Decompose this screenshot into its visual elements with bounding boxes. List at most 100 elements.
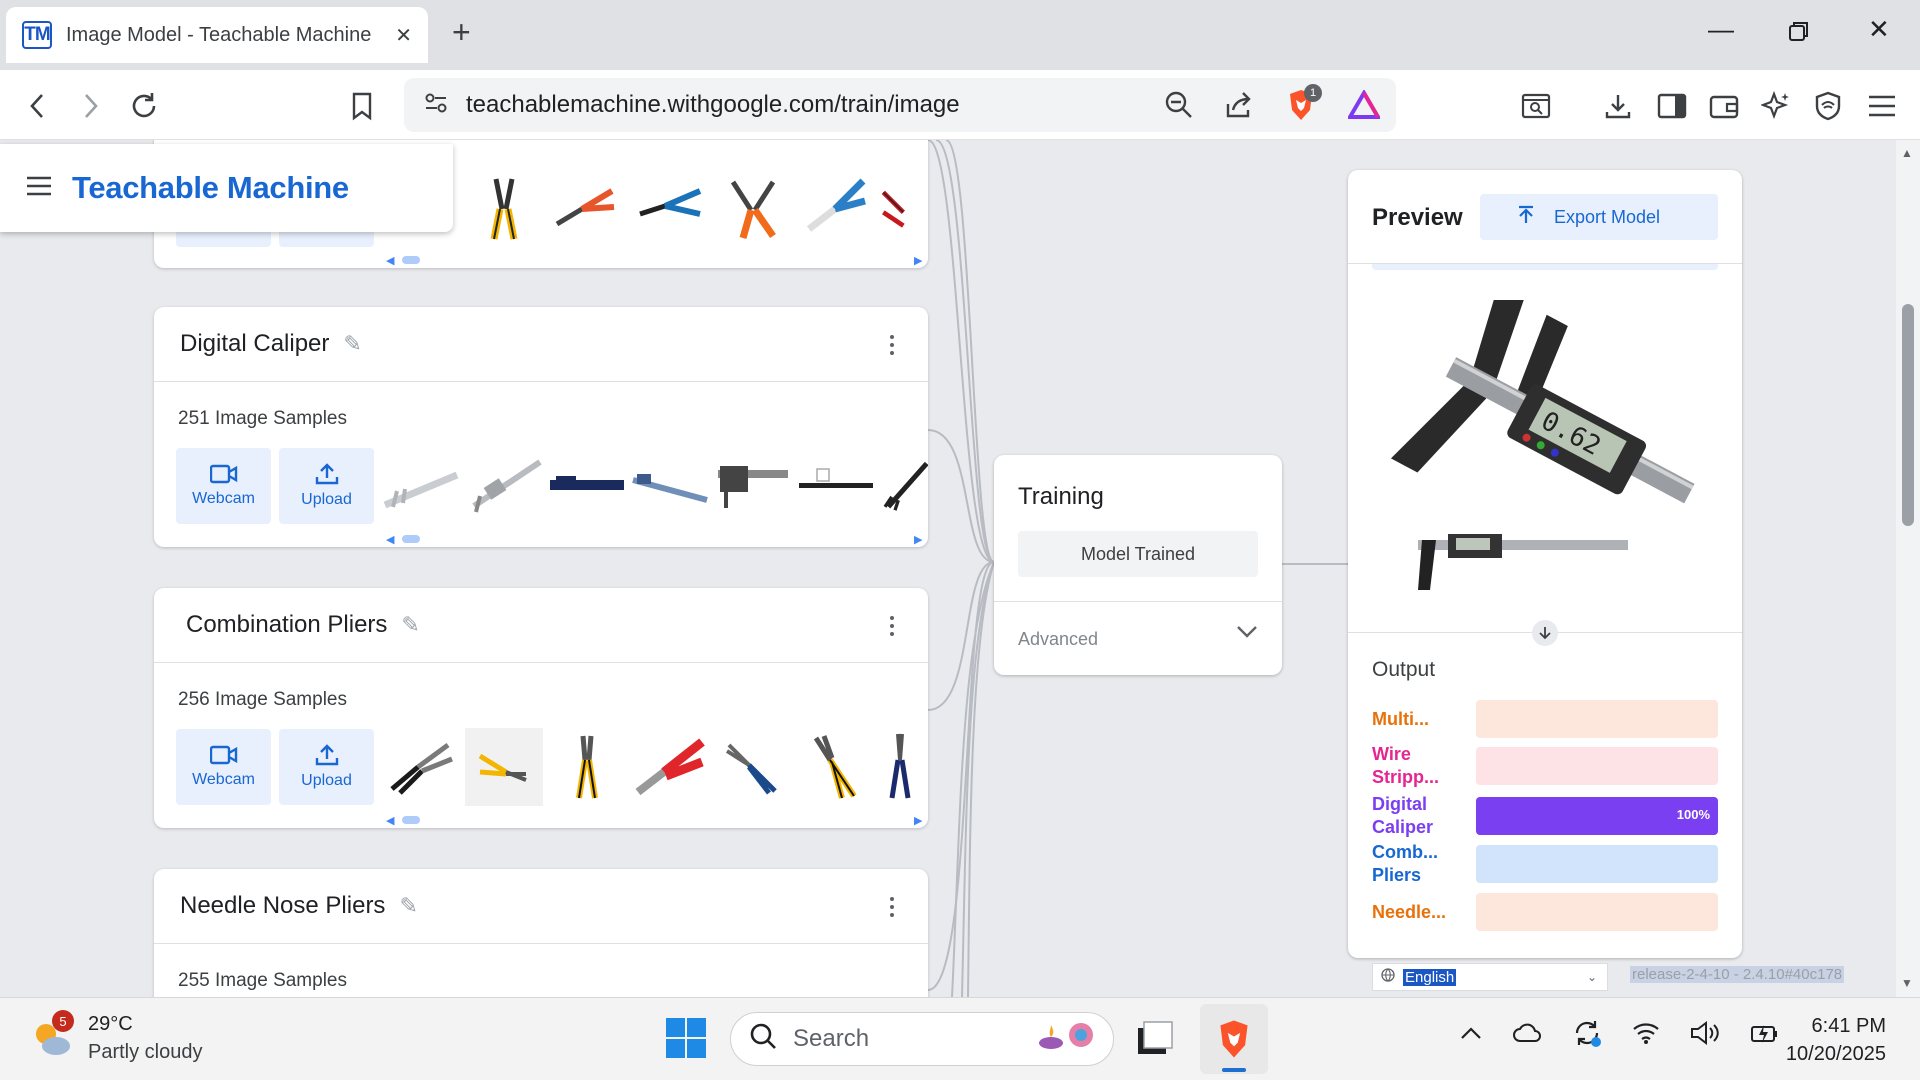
edit-pencil-icon[interactable]: ✎ bbox=[343, 331, 361, 357]
menu-icon[interactable] bbox=[1864, 88, 1900, 124]
scroll-left-icon[interactable]: ◀ bbox=[386, 533, 394, 546]
task-view-icon[interactable] bbox=[1132, 1018, 1176, 1063]
brave-rewards-icon[interactable] bbox=[1346, 89, 1382, 125]
forward-icon[interactable] bbox=[72, 88, 108, 124]
site-settings-icon[interactable] bbox=[424, 92, 448, 119]
share-icon[interactable] bbox=[1224, 90, 1254, 125]
taskbar-brave-app[interactable] bbox=[1200, 1004, 1268, 1074]
sample-image bbox=[465, 170, 543, 248]
wallet-icon[interactable] bbox=[1706, 88, 1742, 124]
thumbnail-scrollbar[interactable] bbox=[402, 256, 420, 264]
more-options-icon[interactable] bbox=[890, 897, 894, 921]
upload-button[interactable]: Upload bbox=[279, 729, 374, 805]
scroll-right-icon[interactable]: ▶ bbox=[914, 814, 922, 827]
class-name[interactable]: Digital Caliper bbox=[180, 330, 329, 358]
weather-text: 29°C Partly cloudy bbox=[88, 1010, 203, 1066]
minimize-button[interactable]: — bbox=[1708, 14, 1734, 45]
scroll-down-arrow-icon[interactable]: ▼ bbox=[1901, 976, 1913, 990]
tab-strip: TM Image Model - Teachable Machine ✕ + —… bbox=[0, 0, 1920, 70]
output-row: Digital Caliper 100% bbox=[1372, 792, 1718, 840]
scroll-right-icon[interactable]: ▶ bbox=[914, 533, 922, 546]
sample-image bbox=[548, 170, 626, 248]
class-card-needle-nose-pliers: Needle Nose Pliers ✎ 255 Image Samples bbox=[154, 869, 928, 997]
zoom-icon[interactable] bbox=[1164, 90, 1194, 125]
edit-pencil-icon[interactable]: ✎ bbox=[399, 893, 417, 919]
tab-close-icon[interactable]: ✕ bbox=[395, 23, 412, 48]
confidence-bar bbox=[1476, 700, 1718, 738]
advanced-toggle[interactable]: Advanced bbox=[1018, 629, 1098, 650]
restore-button[interactable] bbox=[1788, 18, 1810, 49]
scroll-left-icon[interactable]: ◀ bbox=[386, 254, 394, 267]
scroll-right-icon[interactable]: ▶ bbox=[914, 254, 922, 267]
scrollbar-thumb[interactable] bbox=[1902, 304, 1914, 526]
thumbnail-scrollbar[interactable] bbox=[402, 816, 420, 824]
output-row: Multi... bbox=[1372, 695, 1718, 743]
close-window-button[interactable]: ✕ bbox=[1868, 14, 1890, 45]
class-name[interactable]: Needle Nose Pliers bbox=[180, 892, 385, 920]
upload-label: Upload bbox=[301, 772, 352, 789]
new-tab-button[interactable]: + bbox=[452, 14, 471, 51]
train-model-button[interactable]: Model Trained bbox=[1018, 531, 1258, 577]
export-model-label: Export Model bbox=[1554, 206, 1661, 227]
windows-start-icon[interactable] bbox=[664, 1016, 708, 1065]
language-select[interactable]: English ⌄ bbox=[1372, 963, 1608, 991]
vpn-icon[interactable] bbox=[1810, 88, 1846, 124]
chevron-down-icon[interactable] bbox=[1236, 625, 1258, 644]
sample-image bbox=[548, 728, 626, 806]
class-name[interactable]: Combination Pliers bbox=[186, 611, 387, 639]
thumbnail-scrollbar[interactable] bbox=[402, 535, 420, 543]
sample-image bbox=[714, 447, 792, 525]
sample-row: Webcam Upload bbox=[176, 728, 928, 806]
browser-tab[interactable]: TM Image Model - Teachable Machine ✕ bbox=[6, 7, 428, 63]
export-model-button[interactable]: Export Model bbox=[1480, 194, 1718, 240]
upload-button[interactable]: Upload bbox=[279, 448, 374, 524]
output-row: Comb... Pliers bbox=[1372, 840, 1718, 888]
webcam-button[interactable]: Webcam bbox=[176, 729, 271, 805]
sample-image bbox=[797, 728, 875, 806]
confidence-bar bbox=[1476, 845, 1718, 883]
bookmark-icon[interactable] bbox=[344, 88, 380, 124]
tab-favicon-icon: TM bbox=[22, 21, 52, 49]
back-icon[interactable] bbox=[20, 88, 56, 124]
shields-count-badge: 1 bbox=[1304, 84, 1322, 102]
leo-ai-icon[interactable] bbox=[1758, 88, 1794, 124]
sample-thumbnails bbox=[382, 728, 928, 806]
app-logo[interactable]: Teachable Machine bbox=[72, 170, 349, 206]
webcam-button[interactable]: Webcam bbox=[176, 448, 271, 524]
volume-icon[interactable] bbox=[1690, 1021, 1720, 1050]
release-version: release-2-4-10 - 2.4.10#40c178 bbox=[1630, 966, 1845, 983]
scroll-down-icon[interactable] bbox=[1532, 620, 1558, 646]
scroll-up-icon[interactable]: ▲ bbox=[1901, 146, 1913, 160]
reader-mode-icon[interactable] bbox=[1518, 88, 1554, 124]
browser-toolbar: teachablemachine.withgoogle.com/train/im… bbox=[0, 70, 1920, 140]
hamburger-menu-icon[interactable] bbox=[26, 176, 52, 201]
page-scrollbar[interactable]: ▲ ▼ bbox=[1896, 140, 1920, 997]
address-bar[interactable]: teachablemachine.withgoogle.com/train/im… bbox=[404, 78, 1396, 132]
downloads-icon[interactable] bbox=[1600, 88, 1636, 124]
weather-badge: 5 bbox=[52, 1010, 74, 1032]
sync-icon[interactable] bbox=[1572, 1018, 1602, 1053]
reload-icon[interactable] bbox=[126, 88, 162, 124]
system-clock[interactable]: 6:41 PM 10/20/2025 bbox=[1778, 1012, 1886, 1068]
url-text[interactable]: teachablemachine.withgoogle.com/train/im… bbox=[466, 91, 960, 119]
chevron-up-icon[interactable] bbox=[1460, 1026, 1482, 1045]
more-options-icon[interactable] bbox=[890, 616, 894, 640]
sidebar-icon[interactable] bbox=[1654, 88, 1690, 124]
partly-cloudy-icon: 5 bbox=[30, 1010, 74, 1060]
more-options-icon[interactable] bbox=[890, 335, 894, 359]
battery-charging-icon[interactable] bbox=[1750, 1021, 1780, 1050]
taskbar-search[interactable]: Search bbox=[730, 1012, 1114, 1066]
sample-image bbox=[465, 728, 543, 806]
sample-image bbox=[714, 170, 792, 248]
wifi-icon[interactable] bbox=[1632, 1021, 1660, 1050]
preview-header: Preview Export Model bbox=[1348, 170, 1742, 264]
weather-widget[interactable]: 5 29°C Partly cloudy bbox=[30, 1010, 203, 1066]
training-panel: Training Model Trained Advanced bbox=[994, 455, 1282, 675]
edit-pencil-icon[interactable]: ✎ bbox=[401, 612, 419, 638]
weather-desc: Partly cloudy bbox=[88, 1041, 203, 1063]
output-label: Needle... bbox=[1372, 901, 1447, 922]
preview-panel: Preview Export Model 0.62 Output Multi..… bbox=[1348, 170, 1742, 958]
app-header: Teachable Machine bbox=[0, 144, 453, 232]
onedrive-icon[interactable] bbox=[1512, 1023, 1542, 1048]
scroll-left-icon[interactable]: ◀ bbox=[386, 814, 394, 827]
